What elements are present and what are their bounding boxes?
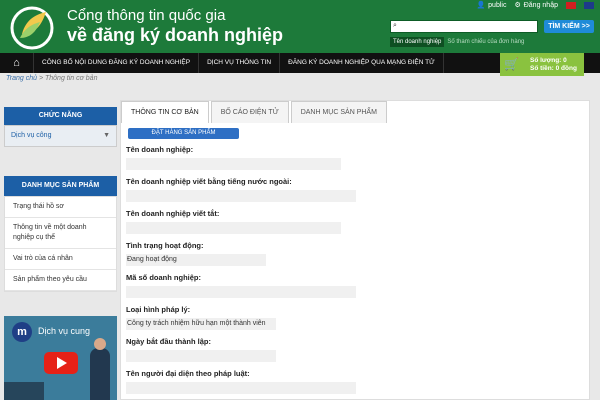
service-select[interactable]: Dịch vụ công ▼ (5, 126, 116, 146)
tax-code-label: Mã số doanh nghiệp: (126, 273, 201, 282)
logo-title-line2: về đăng ký doanh nghiệp (67, 25, 284, 45)
short-name-label: Tên doanh nghiệp viết tắt: (126, 209, 220, 218)
cart-amount: Số tiền: 0 đồng (530, 65, 577, 72)
functions-panel: CHỨC NĂNG Dịch vụ công ▼ (4, 107, 117, 147)
short-name-value (126, 222, 341, 234)
company-name-label: Tên doanh nghiệp: (126, 145, 194, 154)
login-icon: ⚙ (514, 2, 521, 9)
search-type-tabs: Tên doanh nghiệp Số tham chiếu của đơn h… (390, 37, 527, 47)
search-tab-order-ref[interactable]: Số tham chiếu của đơn hàng (444, 37, 527, 47)
tab-e-announcement[interactable]: BỐ CÁO ĐIỆN TỬ (210, 101, 289, 123)
video-thumbnail[interactable]: m Dịch vụ cung (4, 316, 117, 400)
start-date-value (126, 350, 276, 362)
legal-type-value: Công ty trách nhiệm hữu hạn một thành vi… (126, 318, 276, 330)
top-links: 👤 public ⚙ Đăng nhập (476, 1, 594, 9)
legal-type-label: Loại hình pháp lý: (126, 305, 191, 314)
sidebar-item-file-status[interactable]: Trạng thái hồ sơ (5, 197, 116, 218)
company-name-value (126, 158, 341, 170)
sidebar-item-individual-role[interactable]: Vai trò của cá nhân (5, 249, 116, 270)
channel-avatar: m (12, 322, 32, 342)
video-title: Dịch vụ cung (38, 326, 91, 336)
cart-icon: 🛒 (504, 57, 519, 71)
user-icon: 👤 (476, 2, 486, 9)
site-header: Cổng thông tin quốc gia về đăng ký doanh… (0, 0, 600, 53)
search-icon: ⌕ (393, 22, 397, 29)
functions-title: CHỨC NĂNG (4, 107, 117, 125)
status-label: Tình trạng hoạt động: (126, 241, 204, 250)
order-product-button[interactable]: ĐẶT HÀNG SẢN PHẨM (128, 128, 239, 139)
foreign-name-label: Tên doanh nghiệp viết bằng tiếng nước ng… (126, 177, 292, 186)
breadcrumb-home[interactable]: Trang chủ (6, 75, 37, 82)
tax-code-value (126, 286, 356, 298)
chevron-down-icon: ▼ (103, 132, 110, 139)
legal-rep-value (126, 382, 356, 394)
english-flag-icon[interactable] (584, 1, 594, 9)
cart-quantity: Số lượng: 0 (530, 57, 567, 64)
presenter-illustration (90, 348, 110, 400)
login-link[interactable]: ⚙ Đăng nhập (514, 1, 558, 10)
nav-item-online-registration[interactable]: ĐĂNG KÝ DOANH NGHIỆP QUA MẠNG ĐIỆN TỬ (280, 53, 444, 73)
products-title: DANH MỤC SẢN PHẨM (4, 176, 117, 196)
logo-title-line1: Cổng thông tin quốc gia (67, 7, 226, 24)
nav-item-info-services[interactable]: DỊCH VỤ THÔNG TIN (199, 53, 281, 73)
breadcrumb-current: Thông tin cơ bản (44, 75, 98, 82)
nav-item-publication[interactable]: CÔNG BỐ NỘI DUNG ĐĂNG KÝ DOANH NGHIỆP (34, 53, 200, 73)
search-input[interactable] (390, 20, 538, 33)
user-link[interactable]: 👤 public (476, 1, 506, 10)
content-tabs: THÔNG TIN CƠ BẢN BỐ CÁO ĐIỆN TỬ DANH MỤC… (121, 101, 389, 123)
products-list: Trạng thái hồ sơ Thông tin về một doanh … (4, 196, 117, 292)
tab-basic-info[interactable]: THÔNG TIN CƠ BẢN (121, 101, 209, 123)
start-date-label: Ngày bắt đầu thành lập: (126, 337, 212, 346)
company-info-panel: THÔNG TIN CƠ BẢN BỐ CÁO ĐIỆN TỬ DANH MỤC… (120, 100, 590, 400)
leaf-logo-icon[interactable] (8, 4, 60, 52)
tab-product-catalog[interactable]: DANH MỤC SẢN PHẨM (290, 101, 387, 123)
sidebar-item-custom-products[interactable]: Sản phẩm theo yêu cầu (5, 270, 116, 291)
vietnam-flag-icon[interactable] (566, 1, 576, 9)
home-icon[interactable]: ⌂ (0, 53, 34, 73)
legal-rep-label: Tên người đại diện theo pháp luật: (126, 369, 250, 378)
cart-summary[interactable]: 🛒 Số lượng: 0 Số tiền: 0 đồng (500, 53, 584, 76)
breadcrumb: Trang chủ > Thông tin cơ bản (6, 75, 98, 82)
sidebar-item-company-info[interactable]: Thông tin về một doanh nghiệp cụ thể (5, 218, 116, 249)
foreign-name-value (126, 190, 356, 202)
status-value: Đang hoạt động (126, 254, 266, 266)
search-button[interactable]: TÌM KIẾM >> (544, 20, 594, 33)
search-tab-company-name[interactable]: Tên doanh nghiệp (390, 37, 445, 47)
